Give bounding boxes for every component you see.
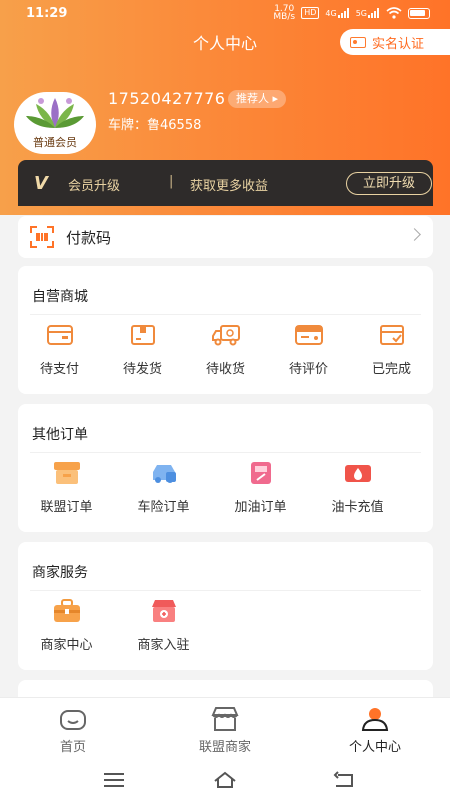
payment-code-label: 付款码 [66, 229, 112, 247]
vip-upgrade-bar[interactable]: V 会员升级 | 获取更多收益 立即升级 [18, 160, 433, 206]
alliance-order[interactable]: 联盟订单 [18, 460, 115, 515]
upgrade-now-button[interactable]: 立即升级 [346, 172, 432, 195]
vip-subtitle: 获取更多收益 [190, 179, 269, 194]
package-icon [128, 322, 158, 348]
nav-home[interactable]: 首页 [18, 706, 128, 755]
divider [30, 314, 421, 315]
signal-4g-label: 4G [325, 9, 337, 18]
net-speed: 1.70 MB/s [273, 4, 296, 22]
order-label: 已完成 [371, 362, 411, 377]
license-plate: 车牌：鲁46558 [108, 118, 202, 133]
nav-personal-center[interactable]: 个人中心 [320, 706, 430, 755]
realname-verify-label: 实名认证 [372, 36, 425, 52]
order-label: 待收货 [205, 362, 245, 377]
fuel-card-icon [343, 460, 373, 486]
fuel-card-recharge[interactable]: 油卡充值 [309, 460, 406, 515]
mall-order-row: 待支付 待发货 待收货 待评价 已完成 [18, 322, 433, 377]
system-navigation-bar [0, 759, 450, 800]
hd-icon: HD [301, 7, 320, 19]
section-title: 商家服务 [32, 565, 88, 581]
home-icon[interactable] [213, 771, 237, 789]
shop-join-icon [149, 598, 179, 624]
divider [30, 590, 421, 591]
order-label: 加油订单 [234, 500, 287, 515]
id-card-icon [350, 36, 366, 48]
service-label: 商家入驻 [137, 638, 190, 653]
lotus-logo-icon [26, 98, 84, 128]
order-pending-payment[interactable]: 待支付 [18, 322, 101, 377]
vip-separator: | [169, 174, 174, 189]
review-card-icon [294, 322, 324, 348]
status-icons: 1.70 MB/s HD 4G 5G [273, 4, 430, 22]
battery-icon [408, 7, 430, 19]
wifi-icon [386, 7, 402, 19]
home-smile-icon [60, 710, 86, 730]
avatar[interactable]: 普通会员 [14, 92, 96, 154]
section-title: 自营商城 [32, 289, 88, 305]
signal-5g-label: 5G [355, 9, 367, 18]
person-icon [361, 708, 389, 731]
profile-header: 11:29 1.70 MB/s HD 4G 5G 个人中心 实名认证 普通会员 … [0, 0, 450, 215]
vip-label: 会员升级 [68, 179, 121, 194]
merchant-services-section: 商家服务 商家中心 商家入驻 [18, 542, 433, 670]
nav-label: 个人中心 [348, 740, 401, 755]
order-label: 待支付 [39, 362, 79, 377]
nav-label: 联盟商家 [198, 740, 251, 755]
section-title: 其他订单 [32, 427, 88, 443]
nav-alliance-merchants[interactable]: 联盟商家 [170, 706, 280, 755]
order-label: 油卡充值 [331, 500, 384, 515]
merchant-center[interactable]: 商家中心 [18, 598, 115, 653]
chevron-right-icon [408, 228, 421, 241]
storefront-icon [211, 707, 239, 731]
briefcase-icon [52, 598, 82, 624]
order-pending-review[interactable]: 待评价 [267, 322, 350, 377]
merchant-join[interactable]: 商家入驻 [115, 598, 212, 653]
scan-code-icon [30, 226, 54, 248]
menu-icon[interactable] [102, 771, 126, 789]
order-completed[interactable]: 已完成 [350, 322, 433, 377]
order-pending-shipment[interactable]: 待发货 [101, 322, 184, 377]
status-time: 11:29 [26, 6, 68, 21]
order-label: 待发货 [122, 362, 162, 377]
back-icon[interactable] [332, 771, 356, 789]
self-mall-section: 自营商城 待支付 待发货 待收货 待评价 已完成 [18, 266, 433, 394]
vip-logo-icon: V [34, 173, 48, 194]
completed-box-icon [377, 322, 407, 348]
truck-icon [211, 322, 241, 348]
order-label: 待评价 [288, 362, 328, 377]
user-phone: 17520427776 [108, 89, 226, 108]
order-pending-receipt[interactable]: 待收货 [184, 322, 267, 377]
realname-verify-button[interactable]: 实名认证 [340, 29, 450, 55]
car-insurance-order[interactable]: 车险订单 [115, 460, 212, 515]
referrer-button[interactable]: 推荐人 ▸ [228, 90, 287, 108]
service-label: 商家中心 [40, 638, 93, 653]
status-bar: 11:29 1.70 MB/s HD 4G 5G [0, 0, 450, 28]
order-label: 车险订单 [137, 500, 190, 515]
fuel-order-icon [246, 460, 276, 486]
fuel-order[interactable]: 加油订单 [212, 460, 309, 515]
signal-4g-icon: 4G [325, 8, 349, 18]
bottom-navigation: 首页 联盟商家 个人中心 [0, 697, 450, 759]
payment-code-row[interactable]: 付款码 [18, 216, 433, 258]
other-orders-section: 其他订单 联盟订单 车险订单 加油订单 油卡充值 [18, 404, 433, 532]
wallet-icon [45, 322, 75, 348]
divider [30, 452, 421, 453]
nav-label: 首页 [59, 740, 86, 755]
order-label: 联盟订单 [40, 500, 93, 515]
alliance-store-icon [52, 460, 82, 486]
signal-5g-icon: 5G [356, 8, 380, 18]
car-insurance-icon [149, 460, 179, 486]
member-badge: 普通会员 [33, 136, 77, 149]
other-orders-row: 联盟订单 车险订单 加油订单 油卡充值 [18, 460, 433, 515]
merchant-services-row: 商家中心 商家入驻 [18, 598, 433, 653]
